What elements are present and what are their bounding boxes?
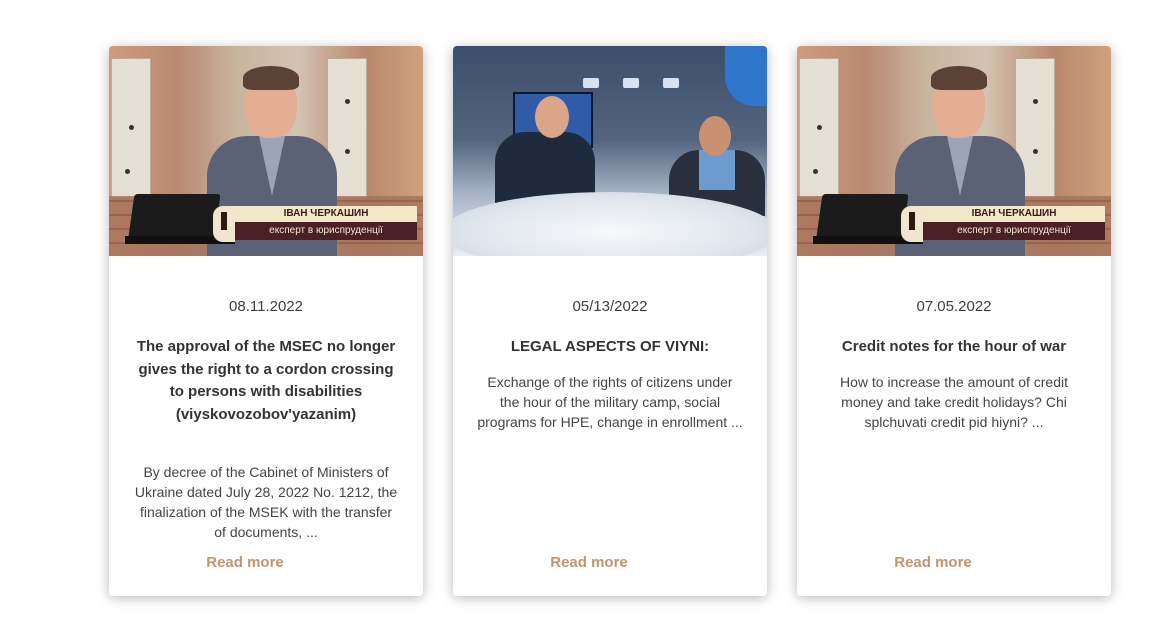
studio-table	[453, 192, 767, 256]
read-more-link[interactable]: Read more	[109, 554, 381, 571]
map-graphic	[725, 46, 767, 106]
caption-name: ІВАН ЧЕРКАШИН	[923, 206, 1105, 222]
news-title[interactable]: The approval of the MSEC no longer gives…	[135, 336, 397, 426]
news-excerpt: Exchange of the rights of citizens under…	[477, 374, 743, 430]
news-title[interactable]: Credit notes for the hour of war	[823, 336, 1085, 359]
video-caption: ІВАН ЧЕРКАШИН експерт в юриспруденції	[901, 206, 1111, 242]
news-title[interactable]: LEGAL ASPECTS OF VIYNI:	[479, 336, 741, 359]
wall-panel	[111, 58, 151, 198]
news-card[interactable]: ІВАН ЧЕРКАШИН експерт в юриспруденції 07…	[797, 46, 1111, 596]
read-more-link[interactable]: Read more	[797, 554, 1069, 571]
wall-panel	[799, 58, 839, 198]
read-more-link[interactable]: Read more	[453, 554, 725, 571]
caption-role: експерт в юриспруденції	[923, 222, 1105, 240]
news-excerpt: By decree of the Cabinet of Ministers of…	[134, 464, 398, 540]
news-thumbnail[interactable]	[453, 46, 767, 256]
caption-name: ІВАН ЧЕРКАШИН	[235, 206, 417, 222]
news-date: 08.11.2022	[229, 298, 303, 315]
channel-logo-icon	[213, 206, 235, 242]
news-cards: ІВАН ЧЕРКАШИН експерт в юриспруденції 08…	[0, 0, 1170, 627]
news-thumbnail[interactable]: ІВАН ЧЕРКАШИН експерт в юриспруденції	[797, 46, 1111, 256]
news-card[interactable]: ІВАН ЧЕРКАШИН експерт в юриспруденції 08…	[109, 46, 423, 596]
news-date: 05/13/2022	[572, 298, 648, 315]
caption-role: експерт в юриспруденції	[235, 222, 417, 240]
news-excerpt: How to increase the amount of credit mon…	[839, 374, 1068, 430]
news-date: 07.05.2022	[916, 298, 992, 315]
channel-logo-icon	[901, 206, 923, 242]
video-caption: ІВАН ЧЕРКАШИН експерт в юриспруденції	[213, 206, 423, 242]
news-thumbnail[interactable]: ІВАН ЧЕРКАШИН експерт в юриспруденції	[109, 46, 423, 256]
host-figure	[495, 96, 595, 212]
news-card[interactable]: 05/13/2022 LEGAL ASPECTS OF VIYNI: Excha…	[453, 46, 767, 596]
